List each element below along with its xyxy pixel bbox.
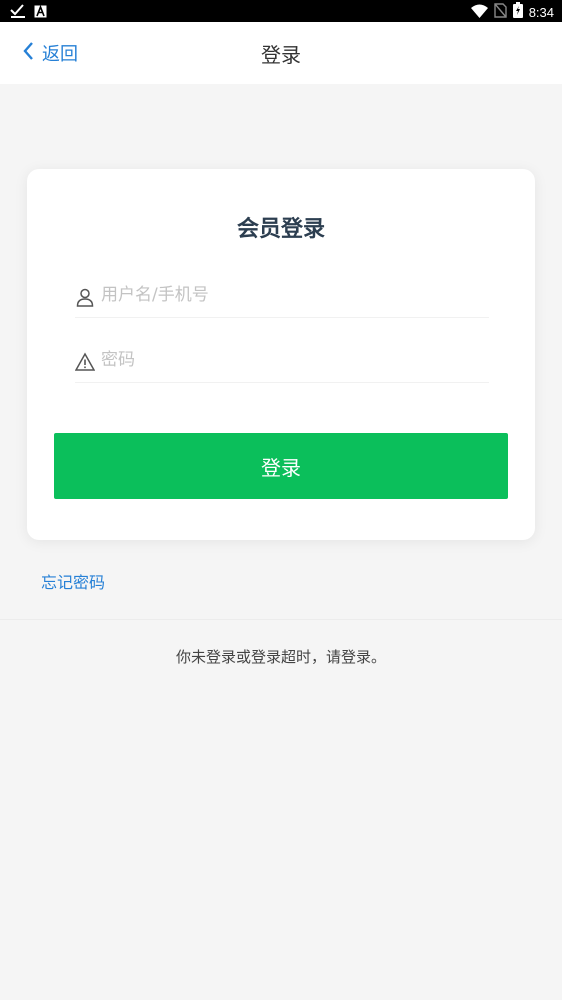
warning-icon	[74, 352, 96, 372]
login-notice: 你未登录或登录超时，请登录。	[175, 648, 386, 666]
username-field	[75, 277, 489, 318]
battery-charging-icon	[512, 2, 523, 22]
check-download-icon	[10, 3, 26, 22]
divider	[0, 619, 562, 620]
login-card: 会员登录 登录	[27, 169, 535, 540]
forgot-password-link[interactable]: 忘记密码	[41, 569, 105, 593]
page-title: 登录	[261, 43, 301, 67]
no-sim-icon	[493, 2, 507, 22]
password-field	[74, 342, 489, 383]
password-input[interactable]	[101, 342, 481, 378]
status-bar-left	[10, 3, 47, 22]
login-button[interactable]: 登录	[54, 433, 508, 499]
status-bar-right: 8:34	[470, 2, 554, 22]
status-time: 8:34	[528, 4, 554, 20]
navigation-bar: 返回 登录	[0, 22, 562, 84]
status-bar: 8:34	[0, 0, 562, 22]
login-card-title: 会员登录	[236, 217, 325, 242]
username-input[interactable]	[101, 277, 481, 313]
a-app-icon	[34, 3, 47, 22]
wifi-icon	[470, 3, 488, 22]
user-icon	[75, 287, 95, 307]
